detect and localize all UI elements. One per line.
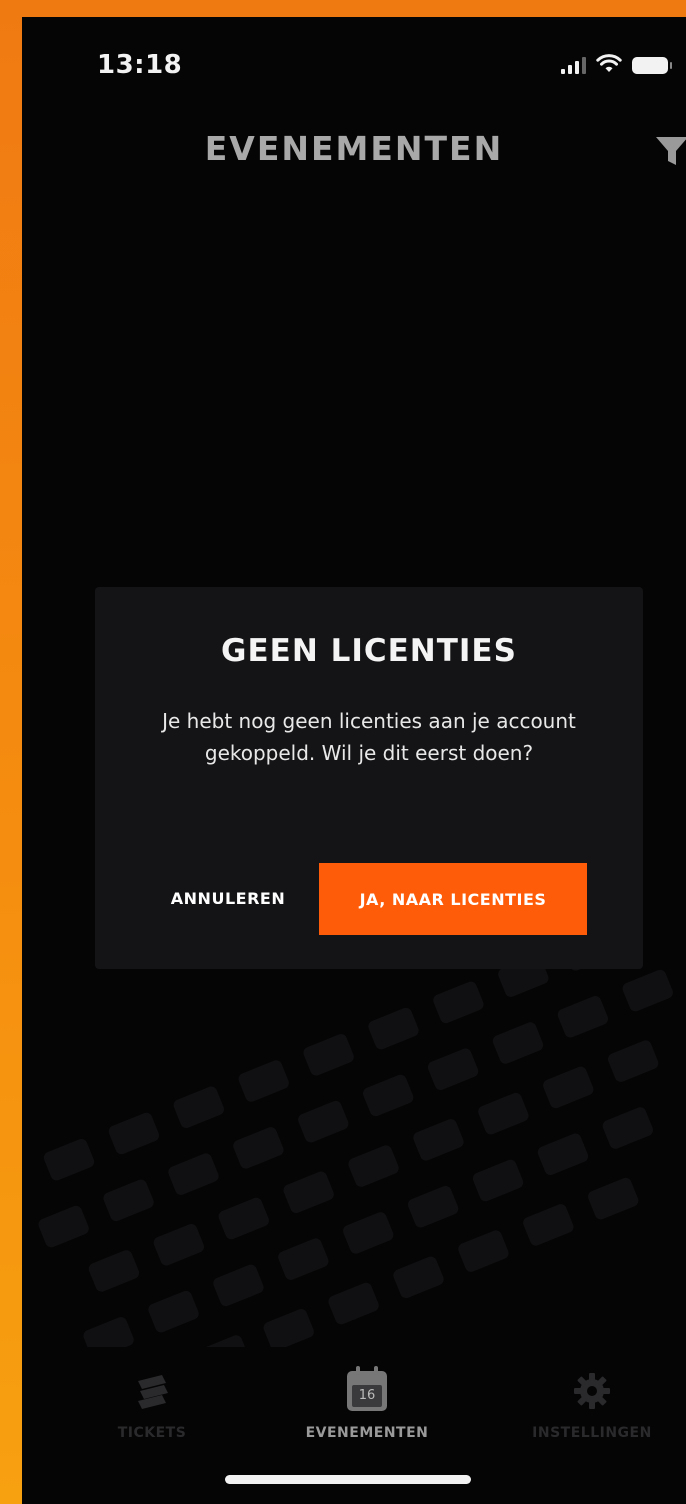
dialog-message: Je hebt nog geen licenties aan je accoun… [162, 709, 576, 765]
tab-settings[interactable]: INSTELLINGEN [502, 1347, 682, 1457]
no-licenses-dialog: GEEN LICENTIES Je hebt nog geen licentie… [95, 587, 643, 969]
cancel-button[interactable]: ANNULEREN [153, 879, 303, 919]
tab-settings-label: INSTELLINGEN [532, 1425, 652, 1441]
status-time: 13:18 [97, 50, 183, 80]
phone-screen: 13:18 EVENEMENTEN GEEN LICENTIES Je hebt… [22, 17, 686, 1504]
status-bar: 13:18 [22, 17, 686, 107]
background-pattern [38, 929, 673, 1377]
go-to-licenses-button[interactable]: JA, NAAR LICENTIES [319, 863, 587, 935]
gear-icon [570, 1369, 614, 1413]
wifi-icon [596, 54, 622, 72]
tab-bar: TICKETS 16 EVENEMENTEN INSTELLINGEN [22, 1347, 686, 1467]
tab-events-label: EVENEMENTEN [305, 1425, 429, 1441]
signal-icon [561, 56, 586, 74]
home-indicator[interactable] [225, 1475, 471, 1484]
calendar-icon: 16 [345, 1366, 389, 1413]
dialog-title: GEEN LICENTIES [221, 633, 517, 669]
tab-events[interactable]: 16 EVENEMENTEN [272, 1347, 462, 1457]
page-title: EVENEMENTEN [204, 129, 504, 168]
calendar-date: 16 [352, 1385, 382, 1407]
status-icons [561, 54, 672, 74]
tab-tickets-label: TICKETS [117, 1425, 187, 1441]
filter-icon[interactable] [654, 135, 686, 169]
battery-icon [632, 57, 672, 74]
tab-tickets[interactable]: TICKETS [62, 1347, 242, 1457]
ticket-icon [130, 1369, 174, 1413]
